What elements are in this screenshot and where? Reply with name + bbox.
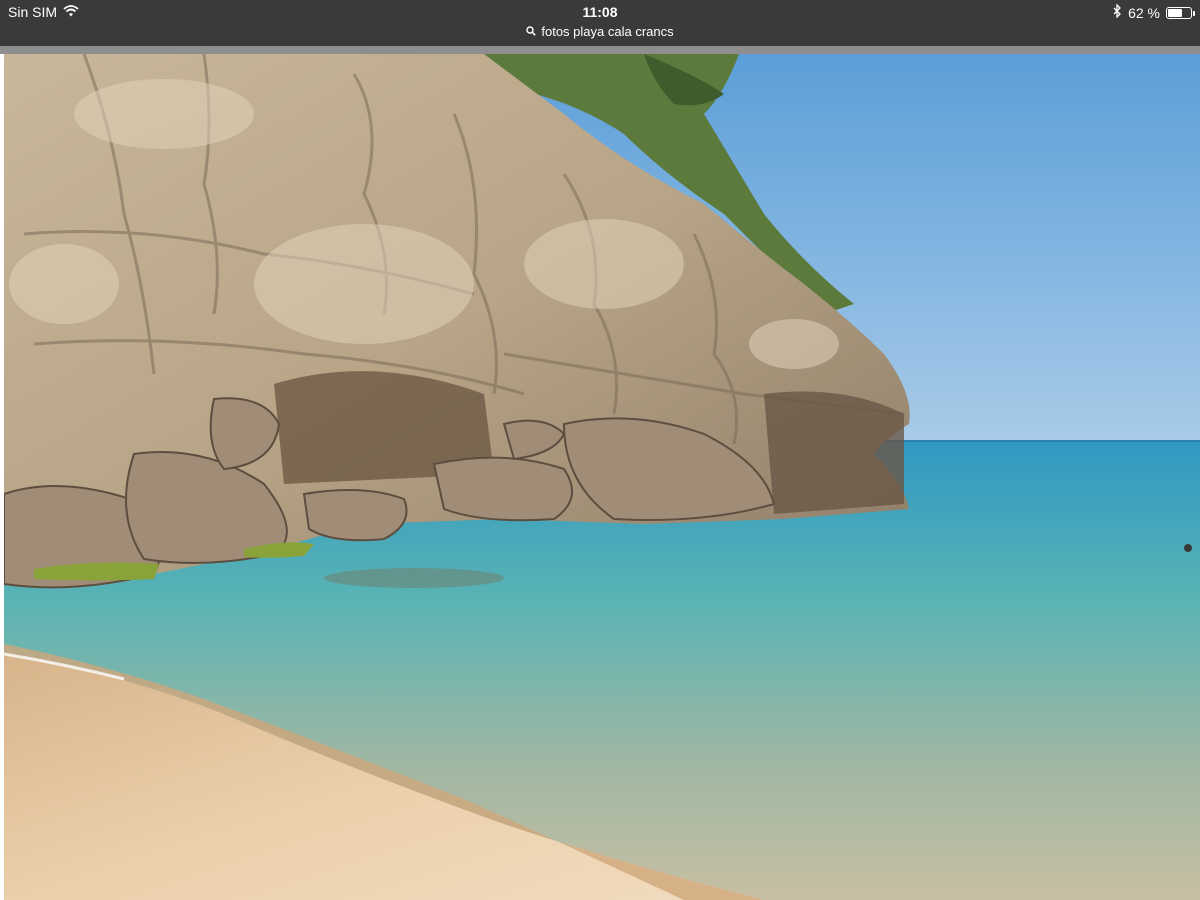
status-bar: Sin SIM 11:08 fotos playa cala crancs 62… [0,0,1200,46]
url-text: fotos playa cala crancs [541,24,674,39]
battery-percent: 62 % [1128,4,1160,21]
beach-photo[interactable] [4,54,1200,900]
status-right: 62 % [1113,3,1195,21]
battery-fill [1168,8,1182,17]
clock: 11:08 [582,4,618,20]
bluetooth-icon [1113,3,1122,21]
search-icon [526,24,537,39]
swimmer [1184,544,1192,552]
photo-illustration [4,54,1200,900]
toolbar-divider [0,46,1200,54]
url-display[interactable]: fotos playa cala crancs [0,24,1200,39]
battery-icon [1166,6,1195,19]
